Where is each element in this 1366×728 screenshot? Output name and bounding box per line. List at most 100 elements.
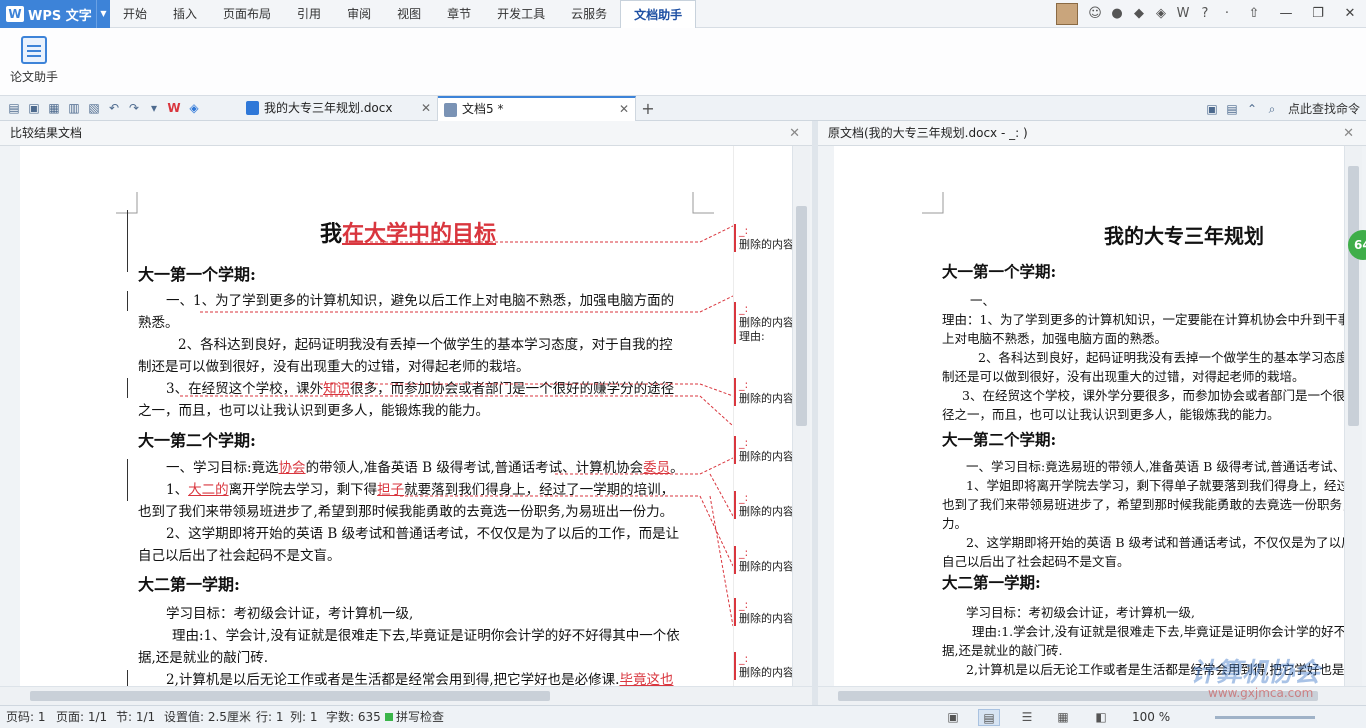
balloon-text: 删除的内容 <box>739 238 792 251</box>
wps-account-icon[interactable]: W <box>1172 3 1194 25</box>
revision-balloon[interactable]: _: 删除的内容 <box>734 598 792 626</box>
minimize-icon[interactable]: — <box>1270 0 1302 28</box>
tab-home[interactable]: 开始 <box>110 0 160 28</box>
text-line: 1、学姐即将离开学院去学习，剩下得单子就要落到我们得身上，经过了一学期的培训， <box>966 478 1344 493</box>
status-word-count[interactable]: 字数: 635 <box>326 706 381 728</box>
tab-references[interactable]: 引用 <box>284 0 334 28</box>
undo-icon[interactable]: ↶ <box>104 99 124 117</box>
status-page-num[interactable]: 页码: 1 <box>6 706 46 728</box>
text-line: 一、 <box>970 293 996 308</box>
cube-icon[interactable]: ◈ <box>184 99 204 117</box>
revision-balloon-area: _: 删除的内容 _: 删除的内容 理由: _: 删除的内容 _: 删除的内容 _: 删除的… <box>733 146 792 686</box>
open-folder-icon[interactable]: ▤ <box>4 99 24 117</box>
vertical-scrollbar[interactable] <box>1344 146 1362 686</box>
original-doc-pane: 原文档(我的大专三年规划.docx - _: ) ✕ 我的大专三年规划 大一第一… <box>818 121 1366 705</box>
text-line: 2、这学期即将开始的英语 B 级考试和普通话考试，不仅仅是为了以后的工作，而是让 <box>966 535 1344 550</box>
balloon-author: _: <box>739 224 749 237</box>
status-section[interactable]: 节: 1/1 <box>116 706 155 728</box>
spell-check-toggle[interactable]: 拼写检查 <box>385 706 444 728</box>
scrollbar-thumb[interactable] <box>30 691 550 701</box>
restore-ribbon-icon[interactable]: ⇧ <box>1238 0 1270 28</box>
status-col[interactable]: 列: 1 <box>290 706 318 728</box>
print-preview-icon[interactable]: ▧ <box>84 99 104 117</box>
search-icon[interactable]: ⌕ <box>1262 100 1282 118</box>
notification-icon[interactable]: ● <box>1106 3 1128 25</box>
tab-view[interactable]: 视图 <box>384 0 434 28</box>
tab-developer[interactable]: 开发工具 <box>484 0 558 28</box>
revision-balloon[interactable]: _: 删除的内容 理由: <box>734 302 792 344</box>
web-view-icon[interactable]: ▦ <box>1052 709 1074 726</box>
app-menu-button[interactable]: W WPS 文字 ▼ <box>0 0 110 28</box>
wps-window: W WPS 文字 ▼ 开始 插入 页面布局 引用 审阅 视图 章节 开发工具 云… <box>0 0 1366 728</box>
scrollbar-thumb[interactable] <box>1348 166 1359 426</box>
tab-close-icon[interactable]: ✕ <box>619 98 629 120</box>
tab-review[interactable]: 审阅 <box>334 0 384 28</box>
revision-balloon[interactable]: _: 删除的内容 <box>734 224 792 252</box>
status-pages[interactable]: 页面: 1/1 <box>56 706 107 728</box>
outline-view-icon[interactable]: ☰ <box>1016 709 1038 726</box>
close-icon[interactable]: ✕ <box>1343 121 1354 146</box>
chevron-down-icon[interactable]: ▼ <box>96 0 110 28</box>
collapse-icon[interactable]: ⌃ <box>1242 100 1262 118</box>
eye-protection-icon[interactable]: ◧ <box>1090 709 1112 726</box>
zoom-slider[interactable] <box>1215 716 1315 719</box>
paragraph: 一、学习目标:竟选易班的带领人,准备英语 B 级得考试,普通话考试、 1、学姐即… <box>942 457 1344 571</box>
ribbon-tabs: 开始 插入 页面布局 引用 审阅 视图 章节 开发工具 云服务 文档助手 <box>110 0 697 28</box>
balloon-text: 删除的内容 <box>739 666 792 679</box>
comment-icon[interactable]: ▤ <box>1222 100 1242 118</box>
more-icon[interactable]: · <box>1216 3 1238 25</box>
balloon-author: _: <box>739 598 749 611</box>
help-icon[interactable]: ? <box>1194 3 1216 25</box>
skin-icon[interactable]: ☺ <box>1084 3 1106 25</box>
avatar[interactable] <box>1056 3 1078 25</box>
zoom-level[interactable]: 100 % <box>1132 706 1170 728</box>
search-command-label[interactable]: 点此查找命令 <box>1288 100 1360 117</box>
compare-result-page[interactable]: 我在大学中的目标 大一第一个学期: 一、1、为了学到更多的计算机知识，避免以后工… <box>20 146 733 686</box>
compare-result-header: 比较结果文档 ✕ <box>0 121 812 146</box>
revision-balloon[interactable]: _: 删除的内容 <box>734 546 792 574</box>
heading-term-1: 大一第一个学期: <box>942 262 1057 281</box>
vertical-scrollbar[interactable] <box>792 146 810 686</box>
share-icon[interactable]: ◆ <box>1128 3 1150 25</box>
doc-tab-plan[interactable]: 我的大专三年规划.docx ✕ <box>240 96 438 121</box>
tab-close-icon[interactable]: ✕ <box>421 96 431 121</box>
wps-red-logo-icon[interactable]: W <box>164 99 184 117</box>
balloon-text: 删除的内容 <box>739 612 792 625</box>
text-line: 学习目标：考初级会计证，考计算机一级, <box>966 605 1195 620</box>
text-line: 也到了我们来带领易班进步了，希望到那时候我能勇敢的去竟选一份职务，为易班出一份 <box>942 497 1344 512</box>
tab-page-layout[interactable]: 页面布局 <box>210 0 284 28</box>
page-view-icon[interactable]: ▤ <box>978 709 1000 726</box>
status-setting[interactable]: 设置值: 2.5厘米 <box>164 706 251 728</box>
scrollbar-thumb[interactable] <box>796 206 807 426</box>
revision-balloon[interactable]: _: 删除的内容 <box>734 436 792 464</box>
quick-access-icons: ▤ ▣ ▦ ▥ ▧ ↶ ↷ ▾ W ◈ <box>4 99 204 117</box>
status-row[interactable]: 行: 1 <box>256 706 284 728</box>
doc-tab-doc5[interactable]: 文档5 * ✕ <box>438 96 636 121</box>
tab-cloud[interactable]: 云服务 <box>558 0 620 28</box>
tab-insert[interactable]: 插入 <box>160 0 210 28</box>
maximize-icon[interactable]: ❐ <box>1302 0 1334 28</box>
horizontal-scrollbar[interactable] <box>0 686 812 705</box>
doc-tab-label: 文档5 * <box>462 102 504 116</box>
new-tab-button[interactable]: + <box>636 96 660 121</box>
original-doc-page[interactable]: 我的大专三年规划 大一第一个学期: 一、 理由：1、为了学到更多的计算机知识，一… <box>834 146 1344 686</box>
thesis-assistant-button[interactable]: 论文助手 <box>6 34 62 90</box>
revision-balloon[interactable]: _: 删除的内容 <box>734 491 792 519</box>
tab-doc-assistant[interactable]: 文档助手 <box>620 0 697 28</box>
print-icon[interactable]: ▥ <box>64 99 84 117</box>
document-tabs: 我的大专三年规划.docx ✕ 文档5 * ✕ + <box>240 96 660 121</box>
export-pdf-icon[interactable]: ▦ <box>44 99 64 117</box>
revision-balloon[interactable]: _: 删除的内容 <box>734 652 792 680</box>
revision-balloon[interactable]: _: 删除的内容 <box>734 378 792 406</box>
redo-icon[interactable]: ↷ <box>124 99 144 117</box>
save-icon[interactable]: ▣ <box>24 99 44 117</box>
customize-dropdown-icon[interactable]: ▾ <box>144 99 164 117</box>
tab-sections[interactable]: 章节 <box>434 0 484 28</box>
balloon-author: _: <box>739 378 749 391</box>
cloud-icon[interactable]: ◈ <box>1150 3 1172 25</box>
doc-title: 我的大专三年规划 <box>1104 224 1264 248</box>
present-icon[interactable]: ▣ <box>1202 100 1222 118</box>
close-icon[interactable]: ✕ <box>1334 0 1366 28</box>
close-icon[interactable]: ✕ <box>789 121 800 146</box>
fullscreen-view-icon[interactable]: ▣ <box>942 709 964 726</box>
